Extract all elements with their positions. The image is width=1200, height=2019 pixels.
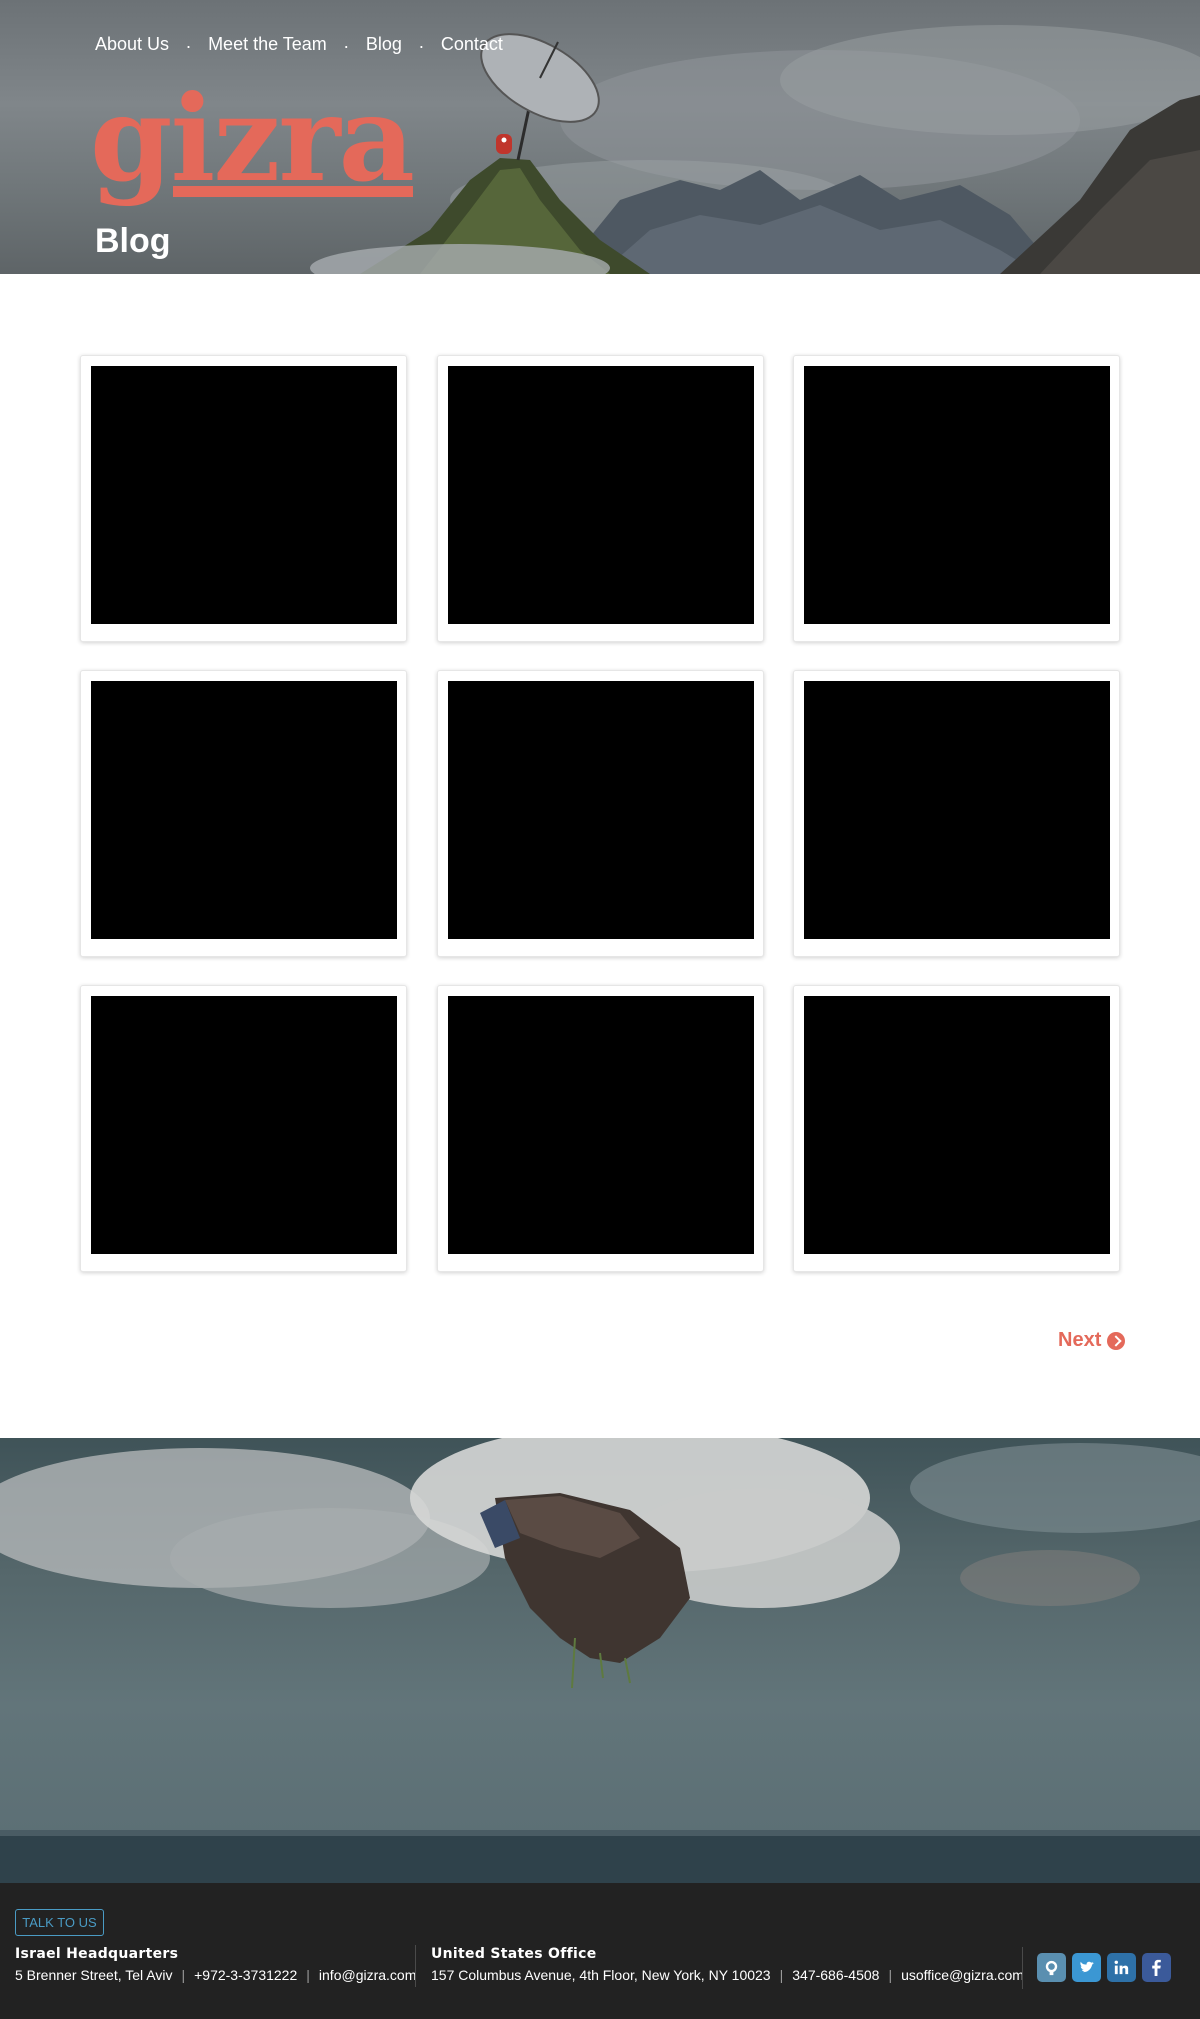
- nav-separator: .: [343, 32, 349, 52]
- blog-post-card[interactable]: [793, 670, 1120, 957]
- blog-post-card[interactable]: [793, 355, 1120, 642]
- chevron-circle-right-icon: [1107, 1331, 1126, 1350]
- blog-post-thumbnail[interactable]: [91, 996, 397, 1254]
- us-address: 157 Columbus Avenue, 4th Floor, New York…: [431, 1967, 771, 1983]
- nav-link-contact[interactable]: Contact: [441, 34, 503, 55]
- page-title: Blog: [95, 222, 171, 260]
- israel-phone[interactable]: +972-3-3731222: [194, 1967, 297, 1983]
- talk-to-us-button[interactable]: Talk to us: [15, 1909, 104, 1936]
- main-nav: About Us . Meet the Team . Blog . Contac…: [95, 32, 503, 55]
- social-links: [1037, 1953, 1171, 1982]
- footer-illustration: [0, 1438, 1200, 1883]
- nav-separator: .: [418, 32, 424, 52]
- israel-email[interactable]: info@gizra.com: [319, 1967, 416, 1983]
- nav-separator: .: [186, 32, 192, 52]
- us-office: United States Office 157 Columbus Avenue…: [431, 1946, 1024, 1983]
- facebook-icon[interactable]: [1142, 1953, 1171, 1982]
- hero-header: About Us . Meet the Team . Blog . Contac…: [0, 0, 1200, 274]
- blog-post-thumbnail[interactable]: [448, 996, 754, 1254]
- israel-address: 5 Brenner Street, Tel Aviv: [15, 1967, 173, 1983]
- blog-post-thumbnail[interactable]: [448, 681, 754, 939]
- blog-post-thumbnail[interactable]: [91, 366, 397, 624]
- blog-post-thumbnail[interactable]: [804, 996, 1110, 1254]
- blog-post-thumbnail[interactable]: [91, 681, 397, 939]
- twitter-icon[interactable]: [1072, 1953, 1101, 1982]
- blog-post-card[interactable]: [437, 985, 764, 1272]
- blog-post-card[interactable]: [80, 355, 407, 642]
- nav-link-about-us[interactable]: About Us: [95, 34, 169, 55]
- blog-post-card[interactable]: [80, 985, 407, 1272]
- us-email[interactable]: usoffice@gizra.com: [901, 1967, 1024, 1983]
- site-footer: Talk to us Israel Headquarters 5 Brenner…: [0, 1883, 1200, 2019]
- israel-office: Israel Headquarters 5 Brenner Street, Te…: [15, 1946, 417, 1983]
- blog-post-thumbnail[interactable]: [804, 366, 1110, 624]
- blog-post-thumbnail[interactable]: [804, 681, 1110, 939]
- blog-post-thumbnail[interactable]: [448, 366, 754, 624]
- nav-link-meet-the-team[interactable]: Meet the Team: [208, 34, 327, 55]
- github-icon[interactable]: [1037, 1953, 1066, 1982]
- nav-link-blog[interactable]: Blog: [366, 34, 402, 55]
- linkedin-icon[interactable]: [1107, 1953, 1136, 1982]
- blog-post-card[interactable]: [793, 985, 1120, 1272]
- us-phone[interactable]: 347-686-4508: [792, 1967, 879, 1983]
- blog-post-card[interactable]: [80, 670, 407, 957]
- pagination-next-link[interactable]: Next: [1058, 1329, 1126, 1352]
- gizra-logo[interactable]: gizra: [90, 80, 415, 198]
- pagination-next-label: Next: [1058, 1329, 1102, 1351]
- israel-office-heading: Israel Headquarters: [15, 1946, 179, 1962]
- blog-post-card[interactable]: [437, 355, 764, 642]
- us-office-heading: United States Office: [431, 1946, 597, 1962]
- blog-post-card[interactable]: [437, 670, 764, 957]
- floating-island-illustration: [0, 1438, 1200, 1883]
- footer-divider: [415, 1945, 416, 1987]
- footer-divider: [1022, 1947, 1023, 1989]
